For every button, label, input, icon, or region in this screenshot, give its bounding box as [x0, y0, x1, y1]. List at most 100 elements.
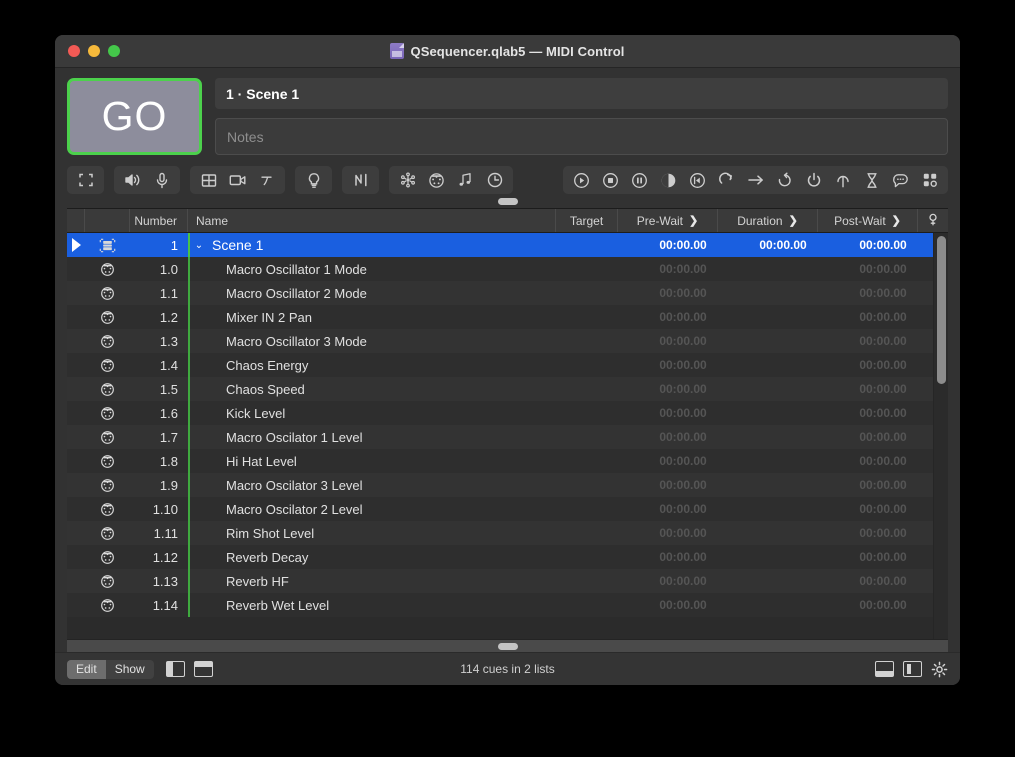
cue-target[interactable]: [571, 593, 633, 617]
cue-post-wait[interactable]: 00:00.00: [833, 233, 933, 257]
minimize-button[interactable]: [88, 45, 100, 57]
fullscreen-icon[interactable]: [71, 168, 100, 192]
table-row[interactable]: 1.5 Chaos Speed 00:00.00 00:00.00: [67, 377, 933, 401]
table-row[interactable]: 1.13 Reverb HF 00:00.00 00:00.00: [67, 569, 933, 593]
cue-name[interactable]: Reverb Decay: [188, 545, 571, 569]
cue-name[interactable]: Macro Oscilator 1 Level: [188, 425, 571, 449]
cue-post-wait[interactable]: 00:00.00: [833, 281, 933, 305]
group-icon[interactable]: [915, 168, 944, 192]
column-header-target[interactable]: Target: [556, 209, 618, 232]
cue-number[interactable]: 1.7: [130, 425, 188, 449]
table-row[interactable]: 1.14 Reverb Wet Level 00:00.00 00:00.00: [67, 593, 933, 617]
table-row[interactable]: 1.4 Chaos Energy 00:00.00 00:00.00: [67, 353, 933, 377]
cue-pre-wait[interactable]: 00:00.00: [633, 353, 733, 377]
start-icon[interactable]: [567, 168, 596, 192]
disclosure-triangle-icon[interactable]: ⌄: [190, 240, 208, 251]
reset-icon[interactable]: [683, 168, 712, 192]
cue-duration[interactable]: [733, 257, 833, 281]
cue-pre-wait[interactable]: 00:00.00: [633, 473, 733, 497]
cue-target[interactable]: [571, 257, 633, 281]
cue-duration[interactable]: [733, 305, 833, 329]
memo-icon[interactable]: [886, 168, 915, 192]
cue-post-wait[interactable]: 00:00.00: [833, 329, 933, 353]
table-row[interactable]: 1.1 Macro Oscillator 2 Mode 00:00.00 00:00.…: [67, 281, 933, 305]
microphone-icon[interactable]: [147, 168, 176, 192]
cue-post-wait[interactable]: 00:00.00: [833, 401, 933, 425]
cue-post-wait[interactable]: 00:00.00: [833, 545, 933, 569]
cue-duration[interactable]: [733, 569, 833, 593]
wait-icon[interactable]: [857, 168, 886, 192]
vertical-scrollbar[interactable]: [933, 233, 948, 639]
cue-number[interactable]: 1.4: [130, 353, 188, 377]
network-icon[interactable]: [346, 168, 375, 192]
cue-name[interactable]: Kick Level: [188, 401, 571, 425]
cue-target[interactable]: [571, 569, 633, 593]
fade-icon[interactable]: [654, 168, 683, 192]
edit-mode-button[interactable]: Edit: [67, 659, 106, 679]
cue-number[interactable]: 1.2: [130, 305, 188, 329]
midi-snowflake-icon[interactable]: [393, 168, 422, 192]
cue-post-wait[interactable]: 00:00.00: [833, 449, 933, 473]
cue-duration[interactable]: [733, 449, 833, 473]
column-options-button[interactable]: [918, 209, 948, 232]
cue-name[interactable]: Chaos Energy: [188, 353, 571, 377]
zoom-button[interactable]: [108, 45, 120, 57]
pause-icon[interactable]: [625, 168, 654, 192]
cue-name-field[interactable]: 1 · Scene 1: [215, 78, 948, 109]
column-header-post-wait[interactable]: Post-Wait ❯: [818, 209, 918, 232]
cue-duration[interactable]: [733, 545, 833, 569]
cue-pre-wait[interactable]: 00:00.00: [633, 593, 733, 617]
midi-din-icon[interactable]: [422, 168, 451, 192]
cue-name[interactable]: Reverb Wet Level: [188, 593, 571, 617]
cue-number[interactable]: 1.1: [130, 281, 188, 305]
cue-target[interactable]: [571, 521, 633, 545]
cue-duration[interactable]: [733, 329, 833, 353]
cue-post-wait[interactable]: 00:00.00: [833, 473, 933, 497]
cue-target[interactable]: [571, 401, 633, 425]
cue-post-wait[interactable]: 00:00.00: [833, 521, 933, 545]
cue-number[interactable]: 1.11: [130, 521, 188, 545]
cue-name[interactable]: Hi Hat Level: [188, 449, 571, 473]
table-row[interactable]: 1.3 Macro Oscillator 3 Mode 00:00.00 00:00.…: [67, 329, 933, 353]
goto-icon[interactable]: [741, 168, 770, 192]
cue-target[interactable]: [571, 233, 633, 257]
cue-name[interactable]: Rim Shot Level: [188, 521, 571, 545]
cue-number[interactable]: 1: [130, 233, 188, 257]
table-row[interactable]: 1.0 Macro Oscillator 1 Mode 00:00.00 00:00.…: [67, 257, 933, 281]
cue-target[interactable]: [571, 377, 633, 401]
cue-pre-wait[interactable]: 00:00.00: [633, 401, 733, 425]
light-bulb-icon[interactable]: [299, 168, 328, 192]
cue-post-wait[interactable]: 00:00.00: [833, 425, 933, 449]
cue-post-wait[interactable]: 00:00.00: [833, 593, 933, 617]
arm-icon[interactable]: [828, 168, 857, 192]
cue-name[interactable]: Reverb HF: [188, 569, 571, 593]
close-button[interactable]: [68, 45, 80, 57]
cue-name[interactable]: Macro Oscilator 2 Level: [188, 497, 571, 521]
table-row[interactable]: 1.7 Macro Oscilator 1 Level 00:00.00 00:00.…: [67, 425, 933, 449]
chevron-right-icon[interactable]: ❯: [789, 214, 798, 227]
cue-number[interactable]: 1.0: [130, 257, 188, 281]
cue-number[interactable]: 1.12: [130, 545, 188, 569]
music-note-icon[interactable]: [451, 168, 480, 192]
table-row[interactable]: 1.8 Hi Hat Level 00:00.00 00:00.00: [67, 449, 933, 473]
cue-target[interactable]: [571, 329, 633, 353]
cue-pre-wait[interactable]: 00:00.00: [633, 449, 733, 473]
cue-number[interactable]: 1.3: [130, 329, 188, 353]
table-row[interactable]: 1 ⌄ Scene 1 00:00.00 00:00.00 00:00.00: [67, 233, 933, 257]
cue-name[interactable]: Macro Oscilator 3 Level: [188, 473, 571, 497]
vertical-scrollbar-thumb[interactable]: [937, 236, 946, 384]
table-row[interactable]: 1.12 Reverb Decay 00:00.00 00:00.00: [67, 545, 933, 569]
chevron-right-icon[interactable]: ❯: [892, 214, 901, 227]
cue-pre-wait[interactable]: 00:00.00: [633, 569, 733, 593]
cue-number[interactable]: 1.10: [130, 497, 188, 521]
go-button[interactable]: GO: [67, 78, 202, 155]
table-row[interactable]: 1.2 Mixer IN 2 Pan 00:00.00 00:00.00: [67, 305, 933, 329]
video-panel-icon[interactable]: [194, 168, 223, 192]
cue-post-wait[interactable]: 00:00.00: [833, 377, 933, 401]
cue-duration[interactable]: [733, 521, 833, 545]
cue-post-wait[interactable]: 00:00.00: [833, 353, 933, 377]
cue-target[interactable]: [571, 497, 633, 521]
cue-pre-wait[interactable]: 00:00.00: [633, 233, 733, 257]
cue-target[interactable]: [571, 545, 633, 569]
show-mode-button[interactable]: Show: [106, 660, 154, 679]
